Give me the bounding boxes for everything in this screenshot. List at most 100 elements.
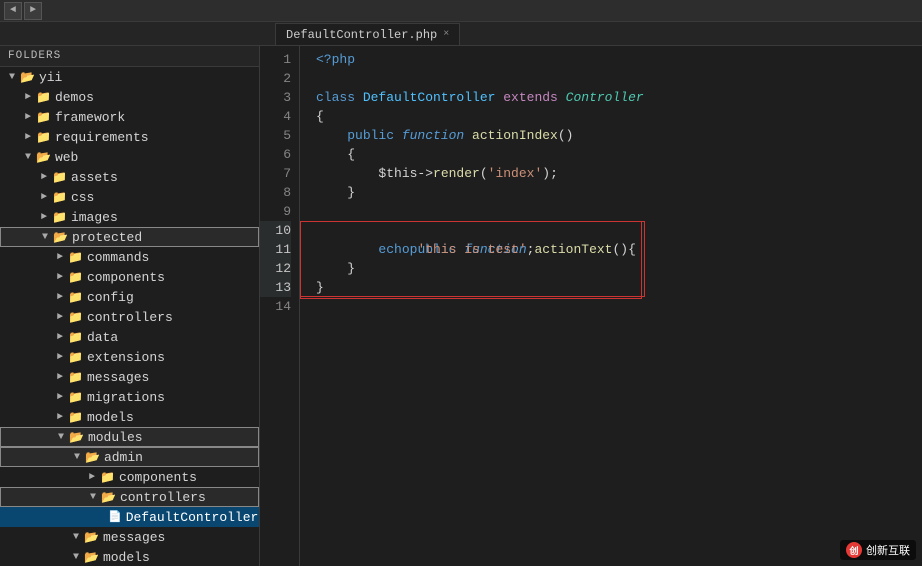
tree-item-protected[interactable]: ▼ 📂 protected <box>0 227 259 247</box>
tree-item-models2[interactable]: ▼ 📂 models <box>0 547 259 566</box>
toggle-admin-components[interactable]: ► <box>84 472 100 483</box>
tree-item-modules[interactable]: ▼ 📂 modules <box>0 427 259 447</box>
folder-icon: 📁 <box>52 190 67 205</box>
folder-open-icon: 📂 <box>36 150 51 165</box>
tree-item-admin-controllers[interactable]: ▼ 📂 controllers <box>0 487 259 507</box>
line-num-1: 1 <box>260 50 291 69</box>
code-line-6: { <box>316 145 922 164</box>
line-num-5: 5 <box>260 126 291 145</box>
line-num-8: 8 <box>260 183 291 202</box>
toggle-admin-controllers[interactable]: ▼ <box>85 492 101 503</box>
toggle-models[interactable]: ► <box>52 412 68 423</box>
toggle-requirements[interactable]: ► <box>20 132 36 143</box>
tree-item-extensions[interactable]: ► 📁 extensions <box>0 347 259 367</box>
label-messages2: messages <box>103 530 165 545</box>
tree-item-admin[interactable]: ▼ 📂 admin <box>0 447 259 467</box>
tree-item-web[interactable]: ▼ 📂 web <box>0 147 259 167</box>
watermark-logo: 创 <box>846 542 862 558</box>
toggle-css[interactable]: ► <box>36 192 52 203</box>
label-yii: yii <box>39 70 62 85</box>
line-num-13: 13 <box>260 278 291 297</box>
label-assets: assets <box>71 170 118 185</box>
label-controllers: controllers <box>87 310 173 325</box>
toggle-data[interactable]: ► <box>52 332 68 343</box>
folder-icon: 📁 <box>36 110 51 125</box>
tree-item-images[interactable]: ► 📁 images <box>0 207 259 227</box>
code-line-11: echo 'this is test'; <box>316 240 922 259</box>
editor-tab[interactable]: DefaultController.php × <box>275 23 460 45</box>
nav-right-button[interactable]: ► <box>24 2 42 20</box>
tree-item-migrations[interactable]: ► 📁 migrations <box>0 387 259 407</box>
toggle-messages[interactable]: ► <box>52 372 68 383</box>
line-num-12: 12 <box>260 259 291 278</box>
folder-open-icon: 📂 <box>85 450 100 465</box>
nav-arrows: ◄ ► <box>4 2 42 20</box>
file-icon: 📄 <box>108 510 122 524</box>
tree-item-commands[interactable]: ► 📁 commands <box>0 247 259 267</box>
folder-icon: 📁 <box>52 170 67 185</box>
code-line-3: class DefaultController extends Controll… <box>316 88 922 107</box>
tree-item-messages2[interactable]: ▼ 📂 messages <box>0 527 259 547</box>
toggle-framework[interactable]: ► <box>20 112 36 123</box>
toggle-admin[interactable]: ▼ <box>69 452 85 463</box>
label-protected: protected <box>72 230 142 245</box>
code-line-8: } <box>316 183 922 202</box>
toggle-yii[interactable]: ▼ <box>4 72 20 83</box>
tree-item-data[interactable]: ► 📁 data <box>0 327 259 347</box>
nav-left-button[interactable]: ◄ <box>4 2 22 20</box>
code-editor[interactable]: 1 2 3 4 5 6 7 8 9 10 11 12 13 14 <?php c… <box>260 46 922 566</box>
tree-item-admin-components[interactable]: ► 📁 components <box>0 467 259 487</box>
tree-item-models[interactable]: ► 📁 models <box>0 407 259 427</box>
toggle-models2[interactable]: ▼ <box>68 552 84 563</box>
toggle-images[interactable]: ► <box>36 212 52 223</box>
line-num-14: 14 <box>260 297 291 316</box>
code-line-13: } <box>316 278 922 297</box>
tree-item-config[interactable]: ► 📁 config <box>0 287 259 307</box>
line-num-11: 11 <box>260 240 291 259</box>
tree-item-assets[interactable]: ► 📁 assets <box>0 167 259 187</box>
label-migrations: migrations <box>87 390 165 405</box>
tree-item-demos[interactable]: ► 📁 demos <box>0 87 259 107</box>
toggle-extensions[interactable]: ► <box>52 352 68 363</box>
toggle-config[interactable]: ► <box>52 292 68 303</box>
tree-item-css[interactable]: ► 📁 css <box>0 187 259 207</box>
toggle-commands[interactable]: ► <box>52 252 68 263</box>
folder-open-icon: 📂 <box>84 530 99 545</box>
sidebar-header: FOLDERS <box>0 46 259 67</box>
tree-item-controllers[interactable]: ► 📁 controllers <box>0 307 259 327</box>
toggle-demos[interactable]: ► <box>20 92 36 103</box>
toggle-protected[interactable]: ▼ <box>37 232 53 243</box>
folder-icon: 📁 <box>36 130 51 145</box>
label-modules: modules <box>88 430 143 445</box>
toggle-components[interactable]: ► <box>52 272 68 283</box>
watermark-text: 创新互联 <box>866 542 910 558</box>
code-content[interactable]: <?php class DefaultController extends Co… <box>300 46 922 566</box>
toggle-web[interactable]: ▼ <box>20 152 36 163</box>
folder-icon: 📁 <box>68 390 83 405</box>
folder-icon: 📁 <box>68 370 83 385</box>
tree-item-default-controller[interactable]: 📄 DefaultController.php <box>0 507 259 527</box>
line-numbers: 1 2 3 4 5 6 7 8 9 10 11 12 13 14 <box>260 46 300 566</box>
label-messages: messages <box>87 370 149 385</box>
tab-close-button[interactable]: × <box>443 29 449 40</box>
code-line-1: <?php <box>316 50 922 69</box>
code-line-4: { <box>316 107 922 126</box>
tree-item-requirements[interactable]: ► 📁 requirements <box>0 127 259 147</box>
folder-icon: 📁 <box>100 470 115 485</box>
label-extensions: extensions <box>87 350 165 365</box>
code-line-5: public function actionIndex() <box>316 126 922 145</box>
toggle-migrations[interactable]: ► <box>52 392 68 403</box>
tree-item-framework[interactable]: ► 📁 framework <box>0 107 259 127</box>
toggle-modules[interactable]: ▼ <box>53 432 69 443</box>
toggle-assets[interactable]: ► <box>36 172 52 183</box>
toggle-messages2[interactable]: ▼ <box>68 532 84 543</box>
main-layout: FOLDERS ▼ 📂 yii ► 📁 demos ► 📁 framework … <box>0 46 922 566</box>
tree-item-yii[interactable]: ▼ 📂 yii <box>0 67 259 87</box>
label-admin: admin <box>104 450 143 465</box>
tree-item-components[interactable]: ► 📁 components <box>0 267 259 287</box>
folder-icon: 📁 <box>68 350 83 365</box>
toggle-controllers[interactable]: ► <box>52 312 68 323</box>
folder-open-icon: 📂 <box>84 550 99 565</box>
line-num-6: 6 <box>260 145 291 164</box>
tree-item-messages[interactable]: ► 📁 messages <box>0 367 259 387</box>
